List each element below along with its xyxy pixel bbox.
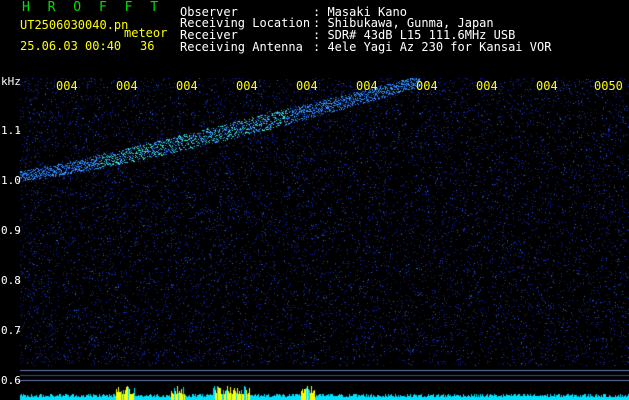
detector-label: meteor [124,26,168,40]
x-tick-label: 004 [236,79,258,93]
x-tick-label: 0050 [594,79,623,93]
y-tick-label: 1.1 [1,124,21,137]
detection-count: 36 [140,39,155,53]
spectrogram-panel: kHz 1.1 1.0 0.9 0.8 0.7 0.6 004 004 004 … [0,75,629,400]
x-tick-label: 004 [176,79,198,93]
y-tick-label: 0.7 [1,324,21,337]
y-axis-unit: kHz [1,75,21,88]
x-tick-label: 004 [116,79,138,93]
timestamp: 25.06.03 00:40 [20,39,122,53]
y-tick-label: 0.8 [1,274,21,287]
x-tick-label: 004 [536,79,558,93]
info-label-antenna: Receiving Antenna [180,40,303,54]
file-name: UT2506030040.pn [20,18,129,32]
x-tick-label: 004 [476,79,498,93]
x-tick-label: 004 [56,79,78,93]
x-tick-label: 004 [356,79,378,93]
x-tick-label: 004 [296,79,318,93]
x-tick-label: 004 [416,79,438,93]
y-tick-label: 0.6 [1,374,21,387]
y-tick-label: 0.9 [1,224,21,237]
y-tick-label: 1.0 [1,174,21,187]
header-panel: H R O F F T UT2506030040.pn meteor 25.06… [0,0,629,78]
app-title: H R O F F T [22,0,164,15]
info-value-antenna: : 4ele Yagi Az 230 for Kansai VOR [313,40,552,54]
spectrogram-canvas [0,78,629,400]
